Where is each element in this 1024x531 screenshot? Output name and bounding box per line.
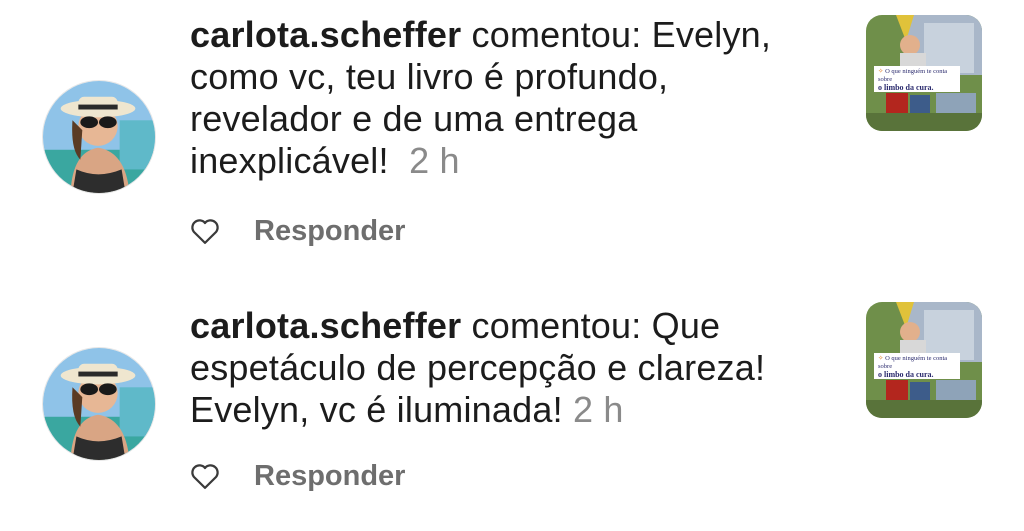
- timestamp: 2 h: [409, 140, 460, 181]
- cover-caption-line1: O que ninguém te conta sobre: [878, 68, 948, 83]
- avatar[interactable]: [42, 347, 156, 461]
- post-cover-caption: ✧ O que ninguém te conta sobre o limbo d…: [874, 66, 960, 92]
- username[interactable]: carlota.scheffer: [190, 14, 461, 55]
- avatar-photo: [43, 348, 155, 460]
- avatar-photo: [43, 81, 155, 193]
- timestamp: 2 h: [572, 389, 624, 430]
- avatar[interactable]: [42, 80, 156, 194]
- username[interactable]: carlota.scheffer: [190, 305, 461, 346]
- heart-icon[interactable]: [190, 217, 220, 245]
- cover-caption-line2: o limbo da cura.: [878, 83, 934, 92]
- notification-actions: Responder: [190, 456, 405, 496]
- notification-text: carlota.scheffer comentou: Evelyn, como …: [190, 14, 830, 182]
- notification-actions: Responder: [190, 211, 405, 251]
- cover-caption-line2: o limbo da cura.: [878, 370, 934, 379]
- reply-button[interactable]: Responder: [254, 460, 405, 493]
- notification-text: carlota.scheffer comentou: Que espetácul…: [190, 305, 830, 431]
- heart-icon[interactable]: [190, 462, 220, 490]
- post-thumbnail[interactable]: ✧ O que ninguém te conta sobre o limbo d…: [866, 15, 982, 131]
- cover-caption-line1: O que ninguém te conta sobre: [878, 355, 948, 370]
- post-thumbnail[interactable]: ✧ O que ninguém te conta sobre o limbo d…: [866, 302, 982, 418]
- reply-button[interactable]: Responder: [254, 215, 405, 248]
- post-cover-caption: ✧ O que ninguém te conta sobre o limbo d…: [874, 353, 960, 379]
